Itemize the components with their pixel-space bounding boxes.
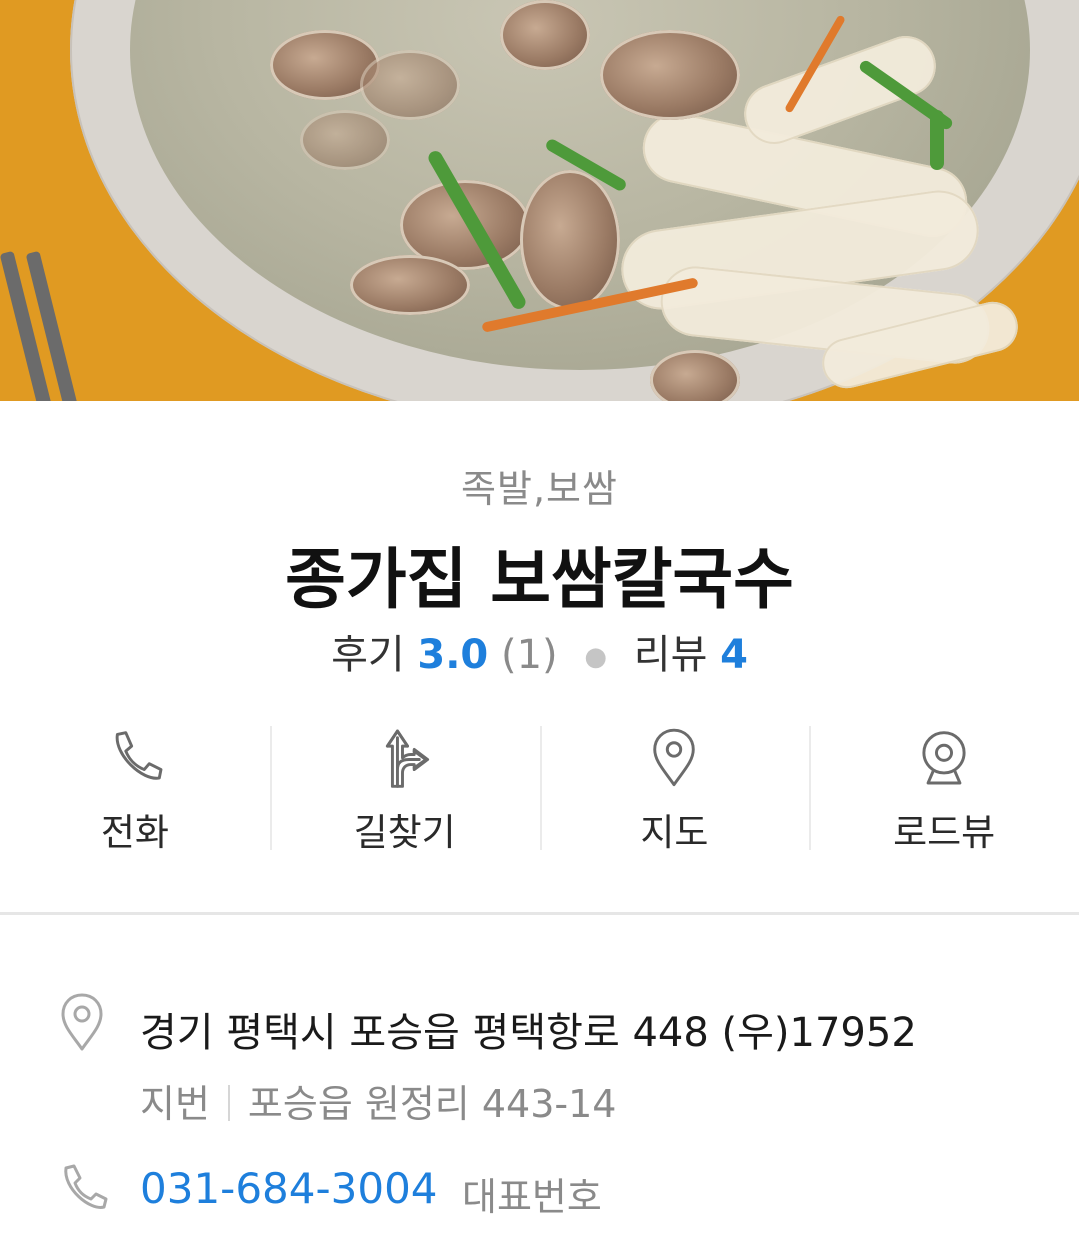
action-bar: 전화 길찾기 지도 로드뷰	[0, 726, 1079, 856]
blog-review-count[interactable]: 4	[720, 632, 748, 678]
place-photo[interactable]	[0, 0, 1079, 401]
blog-review-label: 리뷰	[633, 632, 708, 678]
clam-shape	[360, 50, 460, 120]
scallion-shape	[930, 110, 944, 170]
call-button[interactable]: 전화	[0, 726, 270, 856]
lot-label: 지번	[140, 1082, 210, 1126]
section-divider	[0, 912, 1079, 915]
phone-number-link[interactable]: 031-684-3004	[140, 1164, 438, 1213]
phone-small-icon	[64, 1164, 108, 1209]
review-label: 후기	[331, 632, 405, 678]
clam-shape	[650, 350, 740, 401]
lot-value: 포승읍 원정리 443-14	[247, 1082, 617, 1126]
place-category: 족발,보쌈	[461, 467, 618, 511]
phone-type-label: 대표번호	[462, 1175, 602, 1219]
place-title: 종가집 보쌈칼국수	[285, 541, 794, 618]
road-address[interactable]: 경기 평택시 포승읍 평택항로 448 (우)17952	[140, 1000, 917, 1058]
phone-icon	[115, 731, 163, 780]
roadview-label: 로드뷰	[893, 811, 996, 854]
clam-shape	[500, 0, 590, 70]
lot-address[interactable]: 지번 포승읍 원정리 443-14	[140, 1073, 616, 1128]
roadview-button[interactable]: 로드뷰	[809, 726, 1079, 856]
separator-dot: ●	[584, 642, 608, 672]
clam-shape	[300, 110, 390, 170]
location-icon	[61, 993, 103, 1051]
directions-button[interactable]: 길찾기	[269, 726, 540, 856]
clam-shape	[350, 255, 470, 315]
directions-label: 길찾기	[353, 811, 456, 854]
map-pin-icon	[653, 728, 696, 787]
directions-icon	[385, 729, 429, 788]
review-score[interactable]: 3.0	[417, 632, 488, 678]
rating-row: 후기 3.0 (1) ● 리뷰 4	[0, 622, 1079, 680]
roadview-icon	[922, 731, 966, 785]
call-label: 전화	[100, 811, 169, 854]
map-label: 지도	[640, 811, 709, 854]
clam-shape	[600, 30, 740, 120]
clam-shape	[520, 170, 620, 310]
map-button[interactable]: 지도	[539, 726, 810, 856]
vertical-separator	[227, 1085, 230, 1121]
review-count[interactable]: (1)	[501, 632, 558, 678]
